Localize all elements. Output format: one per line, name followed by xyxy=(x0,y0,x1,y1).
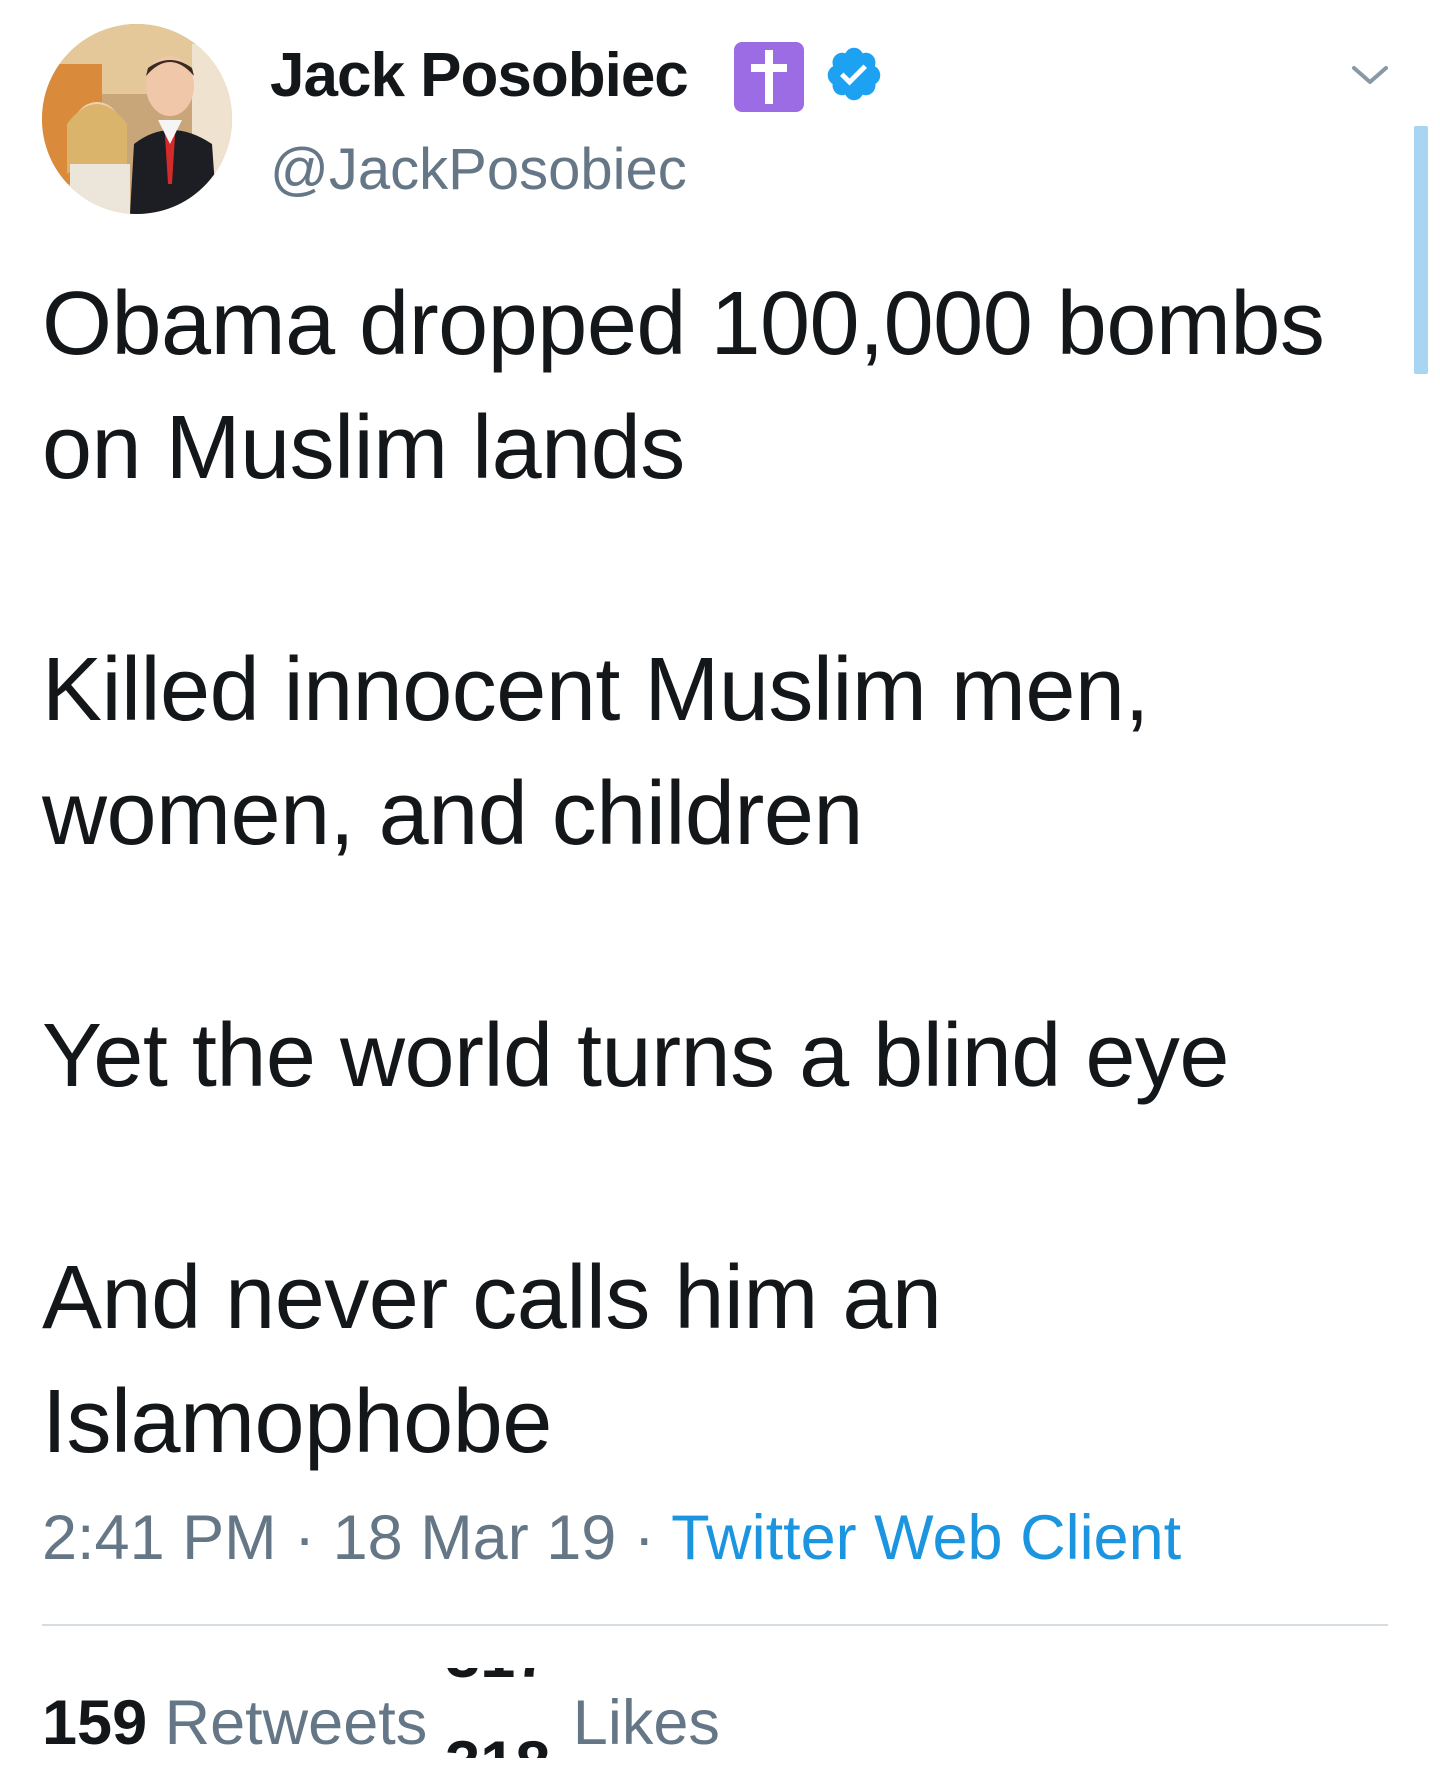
tweet-paragraph: Killed innocent Muslim men, women, and c… xyxy=(42,640,1149,864)
avatar[interactable] xyxy=(42,24,232,214)
scrollbar[interactable] xyxy=(1414,126,1428,374)
tweet-stats: 159 Retweets 317 318 Likes xyxy=(42,1668,720,1759)
retweets-label: Retweets xyxy=(164,1688,428,1758)
meta-separator: · xyxy=(616,1503,672,1573)
likes-label: Likes xyxy=(572,1688,720,1758)
user-handle[interactable]: @JackPosobiec xyxy=(270,136,687,203)
latin-cross-emoji-icon xyxy=(734,42,804,112)
tweet-text: Obama dropped 100,000 bombs on Muslim la… xyxy=(42,262,1382,1484)
likes-stat[interactable]: 317 318 Likes xyxy=(445,1668,720,1759)
display-name[interactable]: Jack Posobiec xyxy=(270,40,689,111)
meta-separator: · xyxy=(276,1503,333,1573)
tweet-source-link[interactable]: Twitter Web Client xyxy=(671,1503,1181,1573)
tweet-paragraph: Yet the world turns a blind eye xyxy=(42,1006,1229,1106)
verified-badge-icon xyxy=(827,47,881,101)
retweets-count: 159 xyxy=(42,1688,148,1758)
chevron-down-icon[interactable] xyxy=(1350,60,1390,90)
tweet-paragraph: Obama dropped 100,000 bombs on Muslim la… xyxy=(42,274,1325,498)
avatar-photo xyxy=(42,24,232,214)
tweet-date[interactable]: 18 Mar 19 xyxy=(333,1503,617,1573)
tweet-paragraph: And never calls him an Islamophobe xyxy=(42,1248,942,1472)
divider xyxy=(42,1624,1388,1626)
retweets-stat[interactable]: 159 Retweets xyxy=(42,1688,427,1758)
tweet-meta: 2:41 PM · 18 Mar 19 · Twitter Web Client xyxy=(42,1502,1181,1574)
tweet-card: Jack Posobiec @JackPosobiec Obama droppe… xyxy=(0,0,1440,1776)
tweet-time[interactable]: 2:41 PM xyxy=(42,1503,277,1573)
likes-count-rolling: 317 318 xyxy=(445,1668,555,1758)
likes-count-old: 317 xyxy=(445,1668,550,1692)
likes-count-new: 318 xyxy=(445,1728,550,1758)
